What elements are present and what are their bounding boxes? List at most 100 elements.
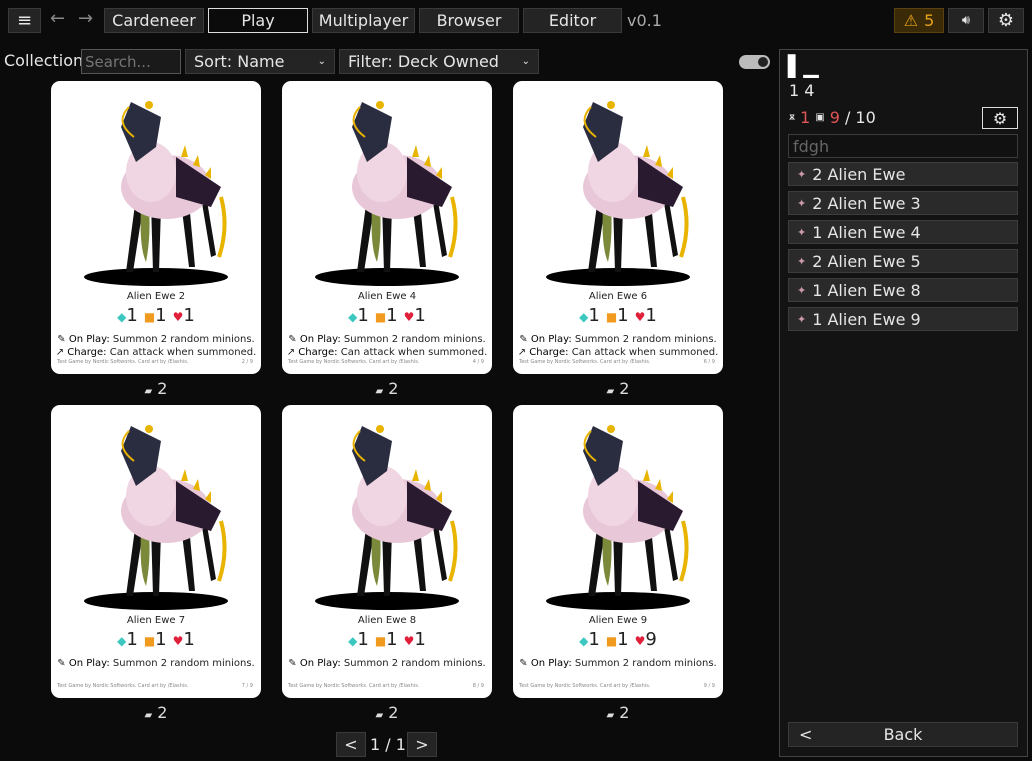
card[interactable]: Alien Ewe 9 ◆1 ■1 ♥9 ✎ On Play: Summon 2… — [513, 405, 723, 698]
fist-icon: ■ — [143, 310, 156, 324]
menu-button[interactable]: ≡ — [8, 8, 41, 33]
charge-icon: ↗ — [55, 347, 65, 358]
cards-icon: ▰ — [144, 386, 153, 397]
card-footer: Test Game by Nordic Softworks. Card art … — [288, 683, 484, 689]
card-name: Alien Ewe 9 — [588, 615, 648, 626]
deck-list-item[interactable]: ✦ 1 Alien Ewe 9 — [788, 307, 1018, 331]
deck-list-item[interactable]: ✦ 2 Alien Ewe 3 — [788, 191, 1018, 215]
on-play-icon: ✎ — [288, 658, 297, 669]
chevron-down-icon: ⌄ — [521, 56, 530, 67]
card-owned-count: ▰ 2 — [606, 703, 630, 722]
card-art-image — [84, 425, 228, 610]
card-owned-count: ▰ 2 — [375, 703, 399, 722]
speaker-icon: 🔊︎ — [961, 13, 971, 28]
next-page-button[interactable]: > — [407, 732, 437, 757]
chevron-left-icon: < — [799, 725, 813, 744]
deck-list-item[interactable]: ✦ 2 Alien Ewe 5 — [788, 249, 1018, 273]
gem-icon: ◆ — [579, 634, 589, 648]
tab-editor[interactable]: Editor — [523, 8, 622, 33]
deck-settings-button[interactable]: ⚙ — [982, 107, 1018, 129]
card-owned-count: ▰ 2 — [375, 379, 399, 398]
cards-icon: ▰ — [606, 710, 615, 721]
deck-name-input[interactable] — [788, 134, 1018, 158]
chevron-down-icon: ⌄ — [317, 56, 326, 67]
card-name: Alien Ewe 8 — [357, 615, 417, 626]
tab-browser[interactable]: Browser — [419, 8, 519, 33]
heart-icon: ♥ — [172, 310, 184, 324]
card-name: Alien Ewe 2 — [126, 291, 186, 302]
fist-icon: ■ — [374, 634, 387, 648]
card-footer: Test Game by Nordic Softworks. Card art … — [57, 359, 253, 365]
tab-play[interactable]: Play — [208, 8, 308, 33]
back-arrow-icon[interactable]: ← — [50, 8, 65, 29]
deck-list-item[interactable]: ✦ 1 Alien Ewe 8 — [788, 278, 1018, 302]
gem-icon: ◆ — [117, 310, 127, 324]
card-ability: ↗ Charge: Can attack when summoned. — [517, 347, 719, 358]
card-stats: ◆1 ■1 ♥1 — [117, 305, 195, 326]
charge-icon: ↗ — [517, 347, 527, 358]
card-art-image — [84, 101, 228, 286]
tab-cardeneer[interactable]: Cardeneer — [104, 8, 204, 33]
card[interactable]: Alien Ewe 7 ◆1 ■1 ♥1 ✎ On Play: Summon 2… — [51, 405, 261, 698]
fist-icon: ■ — [374, 310, 387, 324]
deck-list-item[interactable]: ✦ 1 Alien Ewe 4 — [788, 220, 1018, 244]
filter-select[interactable]: Filter: Deck Owned ⌄ — [339, 49, 539, 74]
on-play-icon: ✎ — [57, 334, 66, 345]
tab-multiplayer[interactable]: Multiplayer — [312, 8, 415, 33]
cards-icon: ▰ — [606, 386, 615, 397]
card-thumbnail-icon: ✦ — [797, 254, 807, 268]
card-owned-count: ▰ 2 — [144, 379, 168, 398]
card-ability: ✎ On Play: Summon 2 random minions. — [57, 658, 255, 669]
view-toggle[interactable] — [739, 55, 770, 69]
card-footer: Test Game by Nordic Softworks. Card art … — [519, 683, 715, 689]
card-ability: ↗ Charge: Can attack when summoned. — [286, 347, 488, 358]
card[interactable]: Alien Ewe 2 ◆1 ■1 ♥1 ✎ On Play: Summon 2… — [51, 81, 261, 374]
cards-icon: ▰ — [375, 710, 384, 721]
deck-panel: ▌▁ 1 4 ѫ1 ▣9/ 10 ⚙ ✦2 Alien Ewe ✦2 Alien … — [779, 49, 1028, 757]
card[interactable]: Alien Ewe 4 ◆1 ■1 ♥1 ✎ On Play: Summon 2… — [282, 81, 492, 374]
card-thumbnail-icon: ✦ — [797, 196, 807, 210]
card-stats: ◆1 ■1 ♥1 — [348, 305, 426, 326]
card-art-image — [315, 101, 459, 286]
card-ability: ↗ Charge: Can attack when summoned. — [55, 347, 257, 358]
card-stats: ◆1 ■1 ♥1 — [348, 629, 426, 650]
sound-button[interactable]: 🔊︎ — [948, 8, 984, 33]
card[interactable]: Alien Ewe 6 ◆1 ■1 ♥1 ✎ On Play: Summon 2… — [513, 81, 723, 374]
card[interactable]: Alien Ewe 8 ◆1 ■1 ♥1 ✎ On Play: Summon 2… — [282, 405, 492, 698]
card-name: Alien Ewe 6 — [588, 291, 648, 302]
forward-arrow-icon[interactable]: → — [78, 8, 93, 29]
settings-button[interactable]: ⚙ — [988, 8, 1024, 33]
prev-page-button[interactable]: < — [336, 732, 366, 757]
back-button[interactable]: < Back — [788, 722, 1018, 747]
card-footer: Test Game by Nordic Softworks. Card art … — [519, 359, 715, 365]
deck-list-item[interactable]: ✦ 2 Alien Ewe — [788, 162, 1018, 186]
card-ability: ✎ On Play: Summon 2 random minions. — [288, 658, 486, 669]
card-art-image — [315, 425, 459, 610]
card-thumbnail-icon: ✦ — [797, 312, 807, 326]
card-thumbnail-icon: ✦ — [797, 225, 807, 239]
card-ability: ✎ On Play: Summon 2 random minions. — [288, 334, 486, 345]
version-label: v0.1 — [627, 11, 662, 30]
warnings-button[interactable]: ⚠ 5 — [894, 8, 944, 33]
on-play-icon: ✎ — [519, 334, 528, 345]
deck-title: ▌▁ — [788, 54, 819, 78]
heart-icon: ♥ — [634, 310, 646, 324]
warning-icon: ⚠ — [903, 11, 919, 30]
gear-icon: ⚙ — [992, 108, 1008, 128]
card-stats: ◆1 ■1 ♥1 — [579, 305, 657, 326]
card-stats: ◆1 ■1 ♥9 — [579, 629, 657, 650]
search-input[interactable] — [81, 49, 181, 74]
on-play-icon: ✎ — [519, 658, 528, 669]
gem-icon: ◆ — [117, 634, 127, 648]
card-art-image — [546, 425, 690, 610]
on-play-icon: ✎ — [288, 334, 297, 345]
spell-icon: ▣ — [815, 112, 825, 123]
heart-icon: ♥ — [403, 310, 415, 324]
gem-icon: ◆ — [348, 310, 358, 324]
fist-icon: ■ — [605, 310, 618, 324]
creature-icon: ѫ — [789, 112, 796, 123]
card-ability: ✎ On Play: Summon 2 random minions. — [519, 658, 717, 669]
charge-icon: ↗ — [286, 347, 296, 358]
sort-select[interactable]: Sort: Name ⌄ — [185, 49, 335, 74]
cards-icon: ▰ — [375, 386, 384, 397]
